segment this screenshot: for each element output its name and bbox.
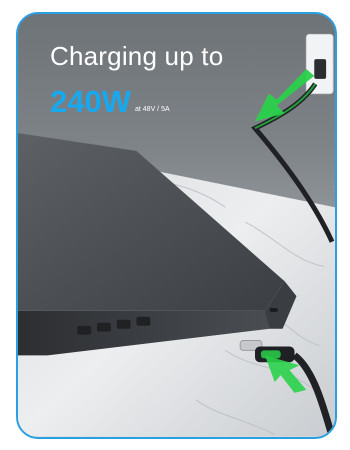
wall-outlet	[305, 33, 334, 95]
headline-text: Charging up to	[50, 41, 224, 71]
laptop-charging-scene	[18, 14, 335, 437]
product-image-card: Charging up to 240 W at 48V / 5A	[16, 12, 337, 439]
power-value: 240	[50, 84, 102, 119]
power-note: at 48V / 5A	[135, 106, 170, 113]
power-rating: 240 W at 48V / 5A	[50, 86, 170, 117]
power-unit: W	[101, 84, 131, 119]
